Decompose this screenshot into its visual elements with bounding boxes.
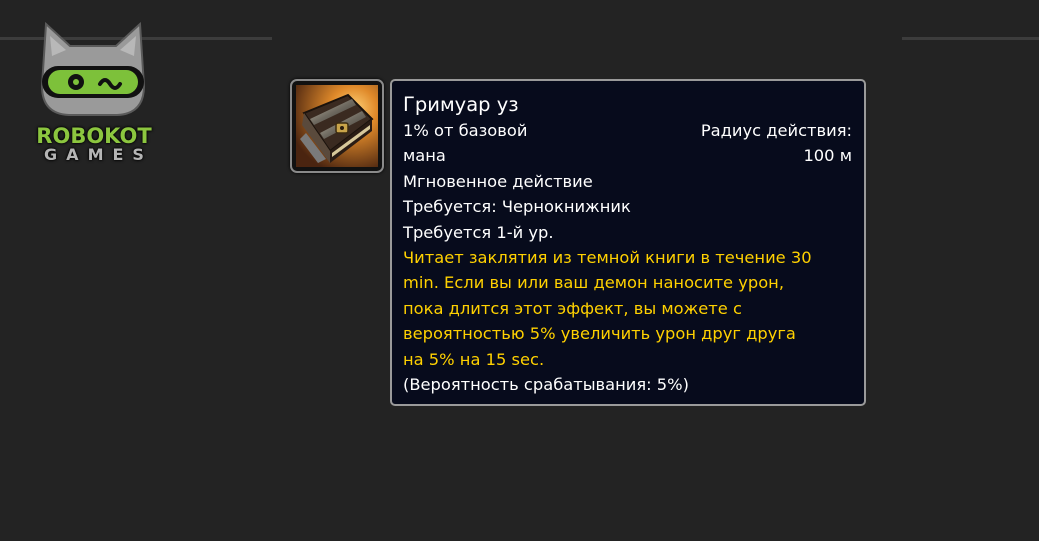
spell-icon-frame[interactable] xyxy=(290,79,384,173)
spell-proc-chance: (Вероятность срабатывания: 5%) xyxy=(403,375,689,395)
spell-requires-class: Требуется: Чернокнижник xyxy=(403,197,631,217)
cost-range-row-2: мана 100 м xyxy=(403,143,852,168)
robokot-logo: ROBOKOT GAMES xyxy=(18,18,168,168)
grimoire-book-icon xyxy=(296,85,378,167)
description-line: Читает заклятия из темной книги в течени… xyxy=(403,248,812,268)
description-line: пока длится этот эффект, вы можете с xyxy=(403,298,742,318)
spell-range-label: Радиус действия: xyxy=(700,121,852,140)
cost-range-row-1: 1% от базовой Радиус действия: xyxy=(403,118,852,143)
description-line: min. Если вы или ваш демон наносите урон… xyxy=(403,273,784,293)
spell-tooltip: Гримуар уз 1% от базовой Радиус действия… xyxy=(390,79,866,406)
spell-title: Гримуар уз xyxy=(403,93,519,116)
spell-range-value: 100 м xyxy=(803,146,852,166)
spell-description: Читает заклятия из темной книги в течени… xyxy=(403,245,851,372)
spell-requires-level: Требуется 1-й ур. xyxy=(403,222,554,242)
description-line: на 5% на 15 sec. xyxy=(403,349,545,369)
robot-cat-head-icon xyxy=(40,21,146,116)
description-line: вероятностью 5% увеличить урон друг друг… xyxy=(403,324,796,344)
spell-cost-line-2: мана xyxy=(403,146,446,166)
spell-cast-time: Мгновенное действие xyxy=(403,171,593,191)
spell-cost-line-1: 1% от базовой xyxy=(403,121,528,140)
top-divider-right xyxy=(902,37,1039,40)
logo-text-games: GAMES xyxy=(44,145,153,164)
logo-text-robokot: ROBOKOT xyxy=(36,124,152,148)
